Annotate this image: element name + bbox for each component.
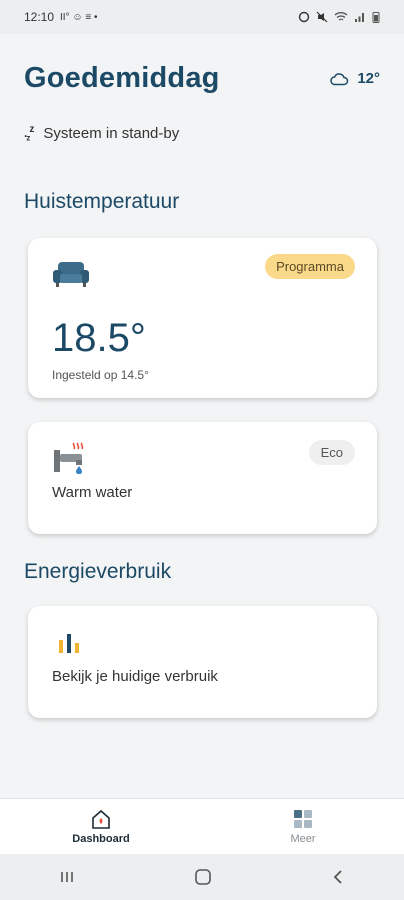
cloud-icon [330,72,349,85]
energy-usage-label: Bekijk je huidige verbruik [52,668,218,685]
outdoor-temperature: 12° [357,70,380,87]
status-left: 12:10 II° ☺ ≡ • [24,10,97,24]
signal-icon [355,13,364,22]
nav-dashboard[interactable]: Dashboard [0,799,202,854]
mute-icon [316,11,328,23]
weather-widget[interactable]: 12° [329,70,380,87]
energy-card[interactable]: Bekijk je huidige verbruik [28,606,377,718]
program-badge[interactable]: Programma [265,254,355,279]
system-status: .zz Systeem in stand-by [24,124,179,142]
bar-chart-icon [59,634,79,653]
armchair-icon [53,262,89,287]
sleep-icon: .zz [24,124,34,143]
hot-water-tap-icon [54,442,84,474]
greeting-title: Goedemiddag [24,62,220,94]
status-right [298,11,380,23]
nav-more[interactable]: Meer [202,799,404,854]
eco-badge[interactable]: Eco [308,440,355,465]
grid-icon [294,809,312,828]
wifi-icon [334,12,348,21]
home-icon [92,809,110,829]
status-time: 12:10 [24,10,55,24]
hot-water-card[interactable]: Eco Warm water [28,422,377,534]
back-icon[interactable] [331,869,345,885]
nav-more-label: Meer [290,832,316,845]
home-button-icon[interactable] [194,868,212,886]
recent-apps-icon[interactable] [59,870,75,884]
header: Goedemiddag 12° [24,62,380,95]
alarm-icon [298,11,310,23]
bottom-navigation: Dashboard Meer [0,798,404,854]
setpoint-text: Ingesteld op 14.5° [52,368,149,382]
status-bar: 12:10 II° ☺ ≡ • [0,0,404,34]
section-title-energy: Energieverbruik [24,560,172,583]
hot-water-label: Warm water [52,484,133,501]
system-status-text: Systeem in stand-by [43,124,180,142]
indoor-temperature: 18.5° [52,316,146,360]
notification-icons: II° ☺ ≡ • [60,11,98,23]
battery-icon [372,12,380,23]
section-title-house: Huistemperatuur [24,190,180,213]
heating-card[interactable]: Programma 18.5° Ingesteld op 14.5° [28,238,377,398]
nav-dashboard-label: Dashboard [72,832,130,845]
system-navigation-bar [0,854,404,900]
